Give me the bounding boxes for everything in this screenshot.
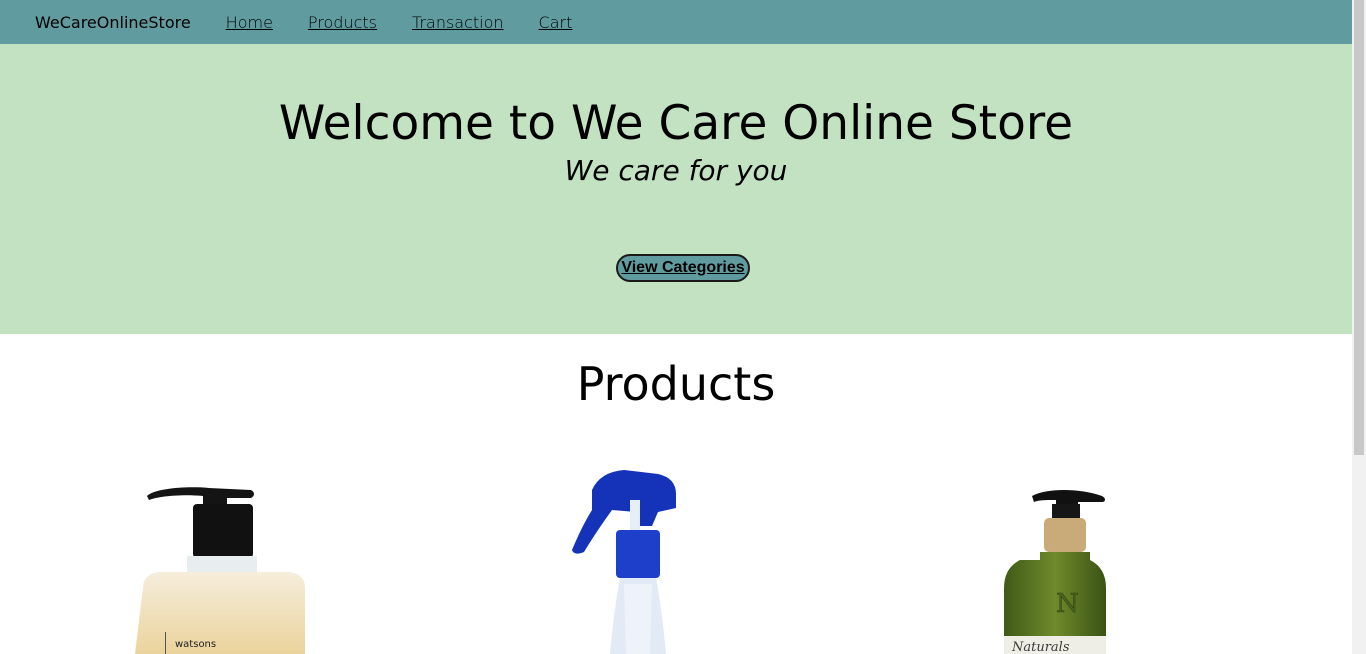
product-label-naturals: Naturals xyxy=(1011,640,1070,654)
product-card-naturals[interactable]: N Naturals xyxy=(960,460,1160,654)
nav-link-products[interactable]: Products xyxy=(308,13,377,32)
product-card-spray[interactable] xyxy=(540,460,740,654)
navbar: WeCareOnlineStore Home Products Transact… xyxy=(0,0,1352,44)
products-section-title: Products xyxy=(576,357,776,411)
soap-pump-bottle-icon: watsons xyxy=(135,487,305,654)
hero-subtitle: We care for you xyxy=(564,154,788,187)
nav-link-transaction[interactable]: Transaction xyxy=(412,13,504,32)
scrollbar-track[interactable] xyxy=(1352,0,1366,654)
hero-title: Welcome to We Care Online Store xyxy=(278,96,1074,151)
hero-banner: Welcome to We Care Online Store We care … xyxy=(0,44,1352,334)
nav-link-home[interactable]: Home xyxy=(226,13,273,32)
spray-bottle-icon xyxy=(572,470,676,654)
green-pump-bottle-icon: N Naturals xyxy=(1004,490,1106,654)
scrollbar-thumb[interactable] xyxy=(1354,0,1364,455)
product-label-watsons: watsons xyxy=(175,639,216,650)
nav-link-cart[interactable]: Cart xyxy=(539,13,573,32)
product-card-soap[interactable]: watsons xyxy=(119,460,319,654)
view-categories-button[interactable]: View Categories xyxy=(616,254,750,282)
brand-logo[interactable]: WeCareOnlineStore xyxy=(35,13,191,32)
svg-text:N: N xyxy=(1056,589,1079,619)
